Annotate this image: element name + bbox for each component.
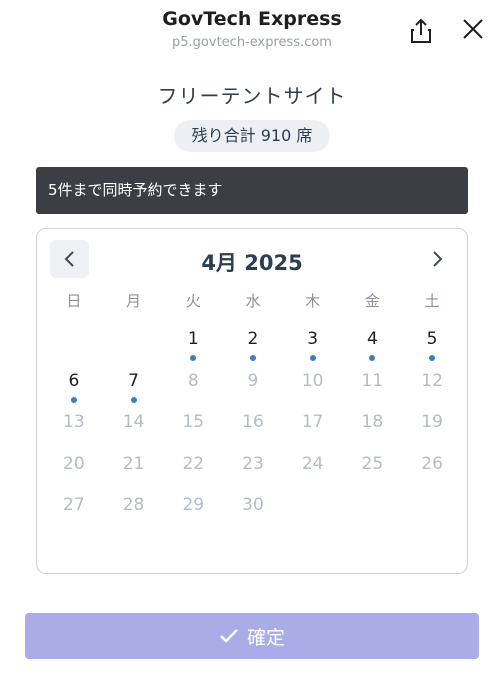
- day-number: 6: [68, 370, 80, 391]
- day-number: 28: [122, 495, 145, 515]
- day-cell-8: 8: [163, 369, 223, 411]
- next-month-button[interactable]: [417, 240, 456, 278]
- booking-limit-notice: 5件まで同時予約できます: [36, 167, 468, 214]
- day-cell-26: 26: [402, 452, 462, 494]
- day-cell-28: 28: [104, 493, 164, 535]
- day-number: 15: [182, 412, 205, 432]
- weekday-wed: 水: [245, 292, 261, 310]
- day-cell-empty: [44, 327, 104, 369]
- availability-dot: [190, 355, 197, 361]
- day-number: 14: [122, 412, 145, 432]
- day-number: 19: [421, 412, 443, 432]
- day-number: 21: [122, 453, 145, 474]
- weekday-mon: 月: [126, 292, 142, 310]
- day-number: 7: [128, 370, 139, 391]
- day-cell-empty: [104, 327, 164, 369]
- close-icon[interactable]: [458, 14, 488, 44]
- day-number: 5: [426, 329, 438, 349]
- month-label: 4月 2025: [201, 251, 303, 275]
- day-cell-22: 22: [163, 452, 223, 494]
- day-cell-10: 10: [283, 369, 343, 411]
- weekday-tue: 火: [185, 292, 201, 310]
- day-number: 17: [301, 412, 324, 432]
- day-number: 29: [182, 495, 205, 515]
- day-cell-1[interactable]: 1: [163, 327, 223, 369]
- check-icon: [220, 629, 238, 643]
- day-number: 2: [247, 329, 259, 349]
- day-cell-20: 20: [44, 452, 104, 494]
- weekday-fri: 金: [364, 292, 380, 310]
- day-cell-29: 29: [163, 493, 223, 535]
- day-cell-2[interactable]: 2: [223, 327, 283, 369]
- day-number: 18: [361, 412, 384, 432]
- event-title: フリーテントサイト: [157, 84, 347, 108]
- day-cell-18: 18: [343, 410, 403, 452]
- confirm-button[interactable]: 確定: [25, 613, 479, 659]
- share-icon[interactable]: [406, 16, 436, 46]
- header: GovTech Express p5.govtech-express.com: [0, 0, 504, 60]
- weekday-sat: 土: [424, 292, 440, 310]
- day-cell-23: 23: [223, 452, 283, 494]
- day-number: 1: [187, 329, 199, 349]
- day-number: 16: [242, 412, 264, 432]
- day-cell-13: 13: [44, 410, 104, 452]
- day-number: 4: [366, 329, 378, 349]
- day-cell-3[interactable]: 3: [283, 327, 343, 369]
- chevron-right-icon: [432, 251, 442, 267]
- day-cell-11: 11: [343, 369, 403, 411]
- day-number: 9: [247, 370, 259, 391]
- day-number: 12: [421, 370, 443, 391]
- calendar: 4月 2025 日 月 火 水 木 金 土 1 2 3 4 5 6 7 8 9 10 11 12 13 1…: [36, 228, 468, 574]
- day-number: 11: [361, 370, 384, 391]
- weekday-header: 日 月 火 水 木 金 土: [44, 289, 462, 313]
- day-cell-15: 15: [163, 410, 223, 452]
- day-cell-27: 27: [44, 493, 104, 535]
- availability-dot: [309, 355, 316, 361]
- day-grid: 1 2 3 4 5 6 7 8 9 10 11 12 13 14 15 16 17 18 19 20 21 22 23 24 2…: [44, 327, 462, 535]
- day-cell-21: 21: [104, 452, 164, 494]
- availability-dot: [70, 396, 77, 403]
- availability-dot: [249, 355, 256, 361]
- day-cell-17: 17: [283, 410, 343, 452]
- day-number: 25: [361, 453, 384, 474]
- day-number: 3: [307, 329, 319, 349]
- day-cell-12: 12: [402, 369, 462, 411]
- day-number: 27: [63, 495, 85, 515]
- day-number: 24: [301, 453, 324, 474]
- day-cell-25: 25: [343, 452, 403, 494]
- availability-dot: [130, 396, 137, 403]
- day-number: 30: [242, 495, 264, 515]
- day-cell-4[interactable]: 4: [343, 327, 403, 369]
- day-cell-30: 30: [223, 493, 283, 535]
- seats-remaining-badge: 残り合計 910 席: [174, 120, 330, 152]
- day-cell-16: 16: [223, 410, 283, 452]
- day-cell-7[interactable]: 7: [104, 369, 164, 411]
- day-cell-5[interactable]: 5: [402, 327, 462, 369]
- availability-dot: [429, 355, 436, 361]
- day-number: 13: [63, 412, 85, 432]
- day-number: 23: [242, 453, 264, 474]
- day-cell-6[interactable]: 6: [44, 369, 104, 411]
- weekday-sun: 日: [66, 292, 82, 310]
- weekday-thu: 木: [305, 292, 321, 310]
- day-number: 22: [182, 453, 205, 474]
- day-cell-24: 24: [283, 452, 343, 494]
- day-cell-9: 9: [223, 369, 283, 411]
- confirm-label: 確定: [246, 626, 285, 649]
- day-cell-14: 14: [104, 410, 164, 452]
- day-number: 20: [63, 453, 85, 474]
- day-number: 8: [187, 370, 199, 391]
- availability-dot: [369, 355, 376, 361]
- day-cell-19: 19: [402, 410, 462, 452]
- day-number: 10: [301, 370, 324, 391]
- day-number: 26: [421, 453, 443, 474]
